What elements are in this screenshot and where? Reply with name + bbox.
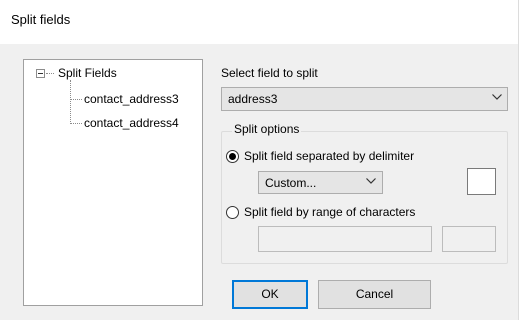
split-fields-dialog: Split fields Split Fields contact_addres… [0, 0, 519, 320]
ok-button[interactable]: OK [232, 280, 308, 309]
range-radio[interactable] [226, 206, 239, 219]
tree-connector [70, 80, 71, 124]
delimiter-select-value: Custom... [265, 176, 317, 190]
cancel-button[interactable]: Cancel [318, 280, 431, 309]
field-select-value: address3 [228, 92, 278, 106]
tree-item-contact-address4[interactable]: contact_address4 [84, 116, 179, 130]
tree-item-contact-address3[interactable]: contact_address3 [84, 92, 179, 106]
delimiter-select-dropdown[interactable]: Custom... [258, 171, 383, 194]
field-select-dropdown[interactable]: address3 [221, 87, 508, 111]
range-start-input[interactable] [258, 226, 432, 252]
dialog-title: Split fields [11, 12, 71, 27]
tree-root-label[interactable]: Split Fields [58, 66, 117, 80]
chevron-down-icon [366, 178, 376, 184]
select-field-label: Select field to split [221, 66, 318, 80]
range-end-input[interactable] [442, 226, 496, 252]
collapse-minus-icon[interactable] [36, 69, 45, 78]
range-radio-label[interactable]: Split field by range of characters [244, 205, 415, 219]
chevron-down-icon [492, 94, 502, 100]
fields-tree[interactable]: Split Fields contact_address3 contact_ad… [23, 59, 203, 306]
tree-connector [46, 73, 54, 74]
delimiter-radio-label[interactable]: Split field separated by delimiter [244, 149, 414, 163]
custom-delimiter-input[interactable] [467, 168, 496, 195]
delimiter-radio[interactable] [226, 150, 239, 163]
tree-connector [70, 123, 82, 124]
split-options-legend: Split options [232, 122, 302, 136]
tree-connector [70, 99, 82, 100]
title-bar: Split fields [0, 0, 518, 44]
